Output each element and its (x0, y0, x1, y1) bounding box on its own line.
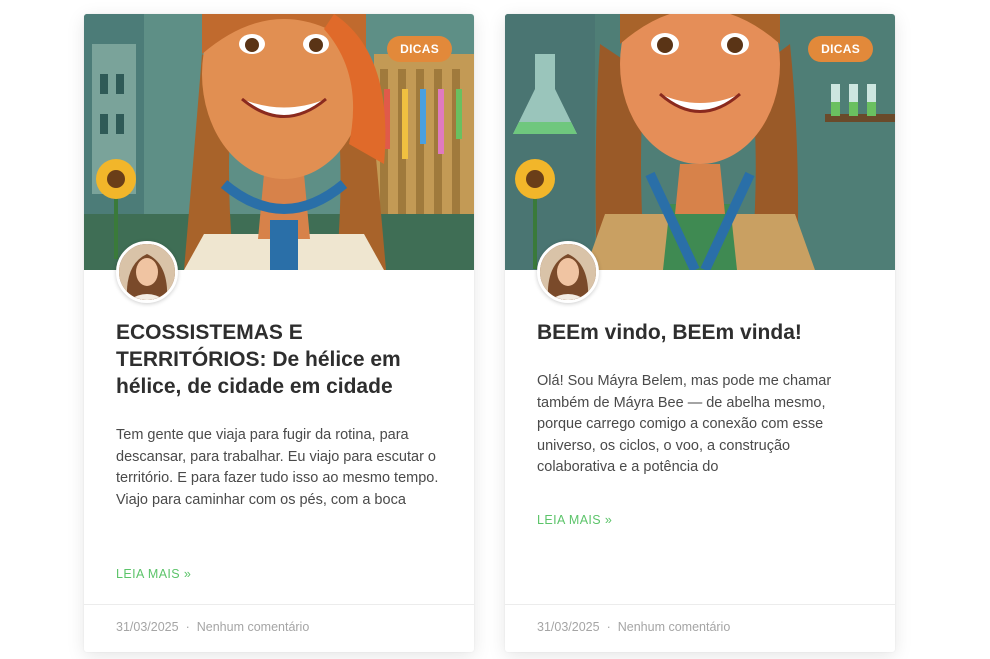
post-date: 31/03/2025 (116, 620, 179, 634)
read-more-link[interactable]: LEIA MAIS » (537, 513, 612, 527)
post-title[interactable]: ECOSSISTEMAS E TERRITÓRIOS: De hélice em… (116, 319, 446, 400)
post-meta: 31/03/2025 · Nenhum comentário (505, 604, 895, 652)
author-photo (540, 244, 596, 300)
post-card: DICAS ECOSSISTEMAS E TERRITÓRIOS: De hél… (84, 14, 474, 652)
post-thumbnail[interactable]: DICAS (84, 14, 474, 270)
author-avatar[interactable] (116, 241, 178, 303)
post-date: 31/03/2025 (537, 620, 600, 634)
post-meta: 31/03/2025 · Nenhum comentário (84, 604, 474, 652)
category-badge[interactable]: DICAS (387, 36, 452, 62)
read-more-link[interactable]: LEIA MAIS » (116, 567, 191, 581)
post-card: DICAS BEEm vindo, BEEm vinda! Olá! Sou M… (505, 14, 895, 652)
post-excerpt: Tem gente que viaja para fugir da rotina… (116, 427, 439, 508)
post-thumbnail[interactable]: DICAS (505, 14, 895, 270)
post-title[interactable]: BEEm vindo, BEEm vinda! (537, 319, 867, 346)
author-photo (119, 244, 175, 300)
meta-separator: · (606, 620, 611, 634)
comments-count[interactable]: Nenhum comentário (197, 620, 310, 634)
comments-count[interactable]: Nenhum comentário (618, 620, 731, 634)
post-excerpt: Olá! Sou Máyra Belem, mas pode me chamar… (537, 373, 832, 475)
author-avatar[interactable] (537, 241, 599, 303)
category-badge[interactable]: DICAS (808, 36, 873, 62)
meta-separator: · (185, 620, 190, 634)
